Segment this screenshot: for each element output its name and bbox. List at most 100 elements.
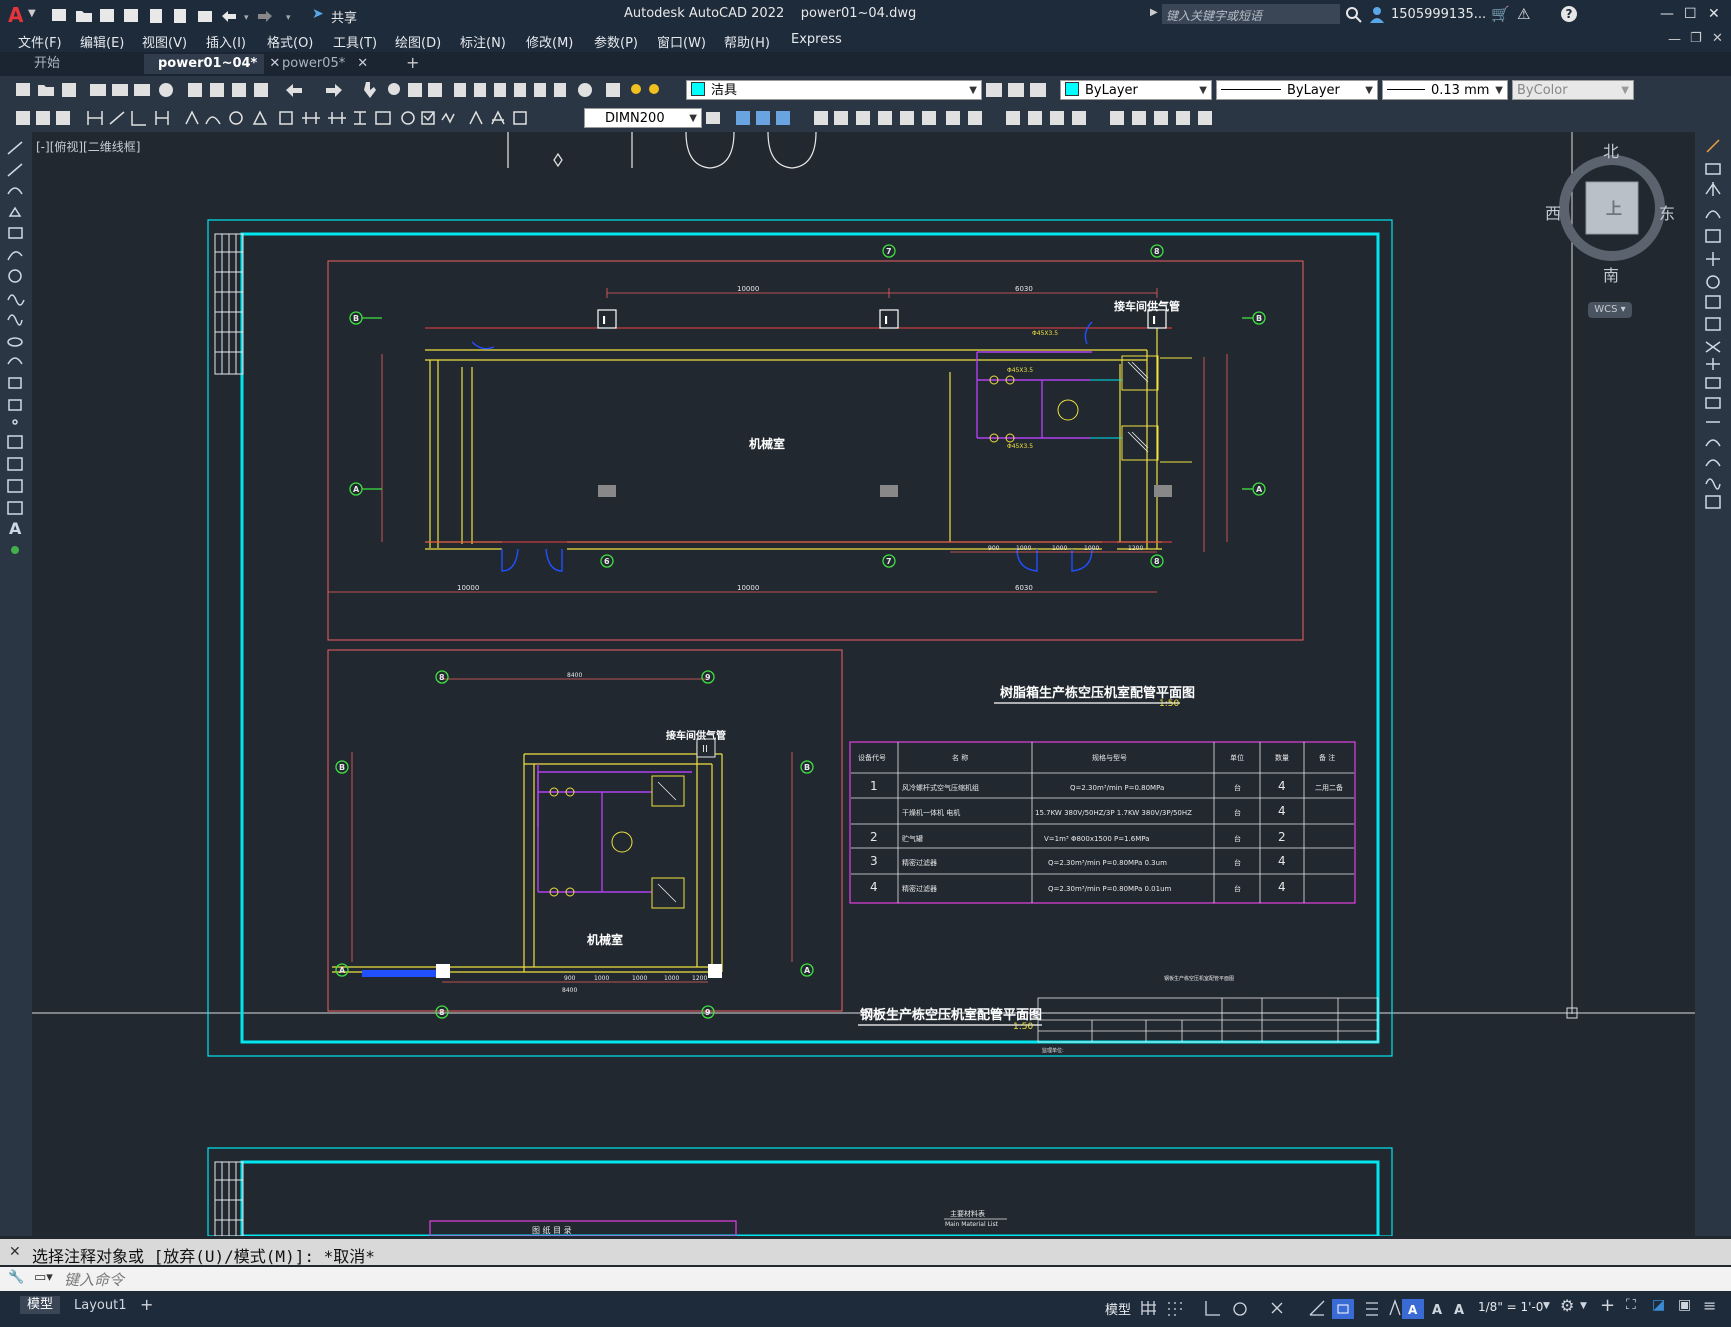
cart-icon[interactable]: 🛒 — [1491, 5, 1510, 23]
svg-text:1000: 1000 — [664, 975, 679, 982]
menu-help[interactable]: 帮助(H) — [724, 32, 770, 51]
rotate-icon — [878, 111, 892, 125]
menu-edit[interactable]: 编辑(E) — [80, 32, 124, 51]
maximize-button[interactable]: ☐ — [1684, 6, 1697, 22]
standard-toolbar-icons[interactable] — [10, 80, 680, 100]
svg-text:干燥机一体机 电机: 干燥机一体机 电机 — [902, 808, 960, 817]
share-icon[interactable]: ➤ — [312, 6, 324, 22]
menu-window[interactable]: 窗口(W) — [657, 32, 706, 51]
layout1-tab[interactable]: Layout1 — [74, 1298, 126, 1313]
menu-draw[interactable]: 绘图(D) — [395, 32, 441, 51]
fillet-side-icon — [1705, 439, 1721, 447]
compass-south[interactable]: 南 — [1603, 262, 1619, 286]
layer-tools[interactable] — [986, 80, 1056, 100]
array-icon — [834, 111, 848, 125]
svg-text:钢板生产栋空压机室配管平面图: 钢板生产栋空压机室配管平面图 — [1164, 975, 1234, 982]
lineweight-dropdown[interactable]: 0.13 mm ▼ — [1382, 80, 1508, 100]
autodesk-app-icon[interactable]: ⚠ — [1517, 5, 1530, 23]
svg-text:6030: 6030 — [1015, 285, 1033, 293]
svg-text:1: 1 — [870, 779, 878, 793]
model-space-button[interactable]: 模型 — [1105, 1299, 1131, 1318]
svg-text:900: 900 — [988, 545, 1000, 552]
pan-icon — [364, 82, 376, 98]
menu-insert[interactable]: 插入(I) — [206, 32, 246, 51]
customization-icon[interactable]: ≡ — [1703, 1296, 1716, 1315]
menu-tools[interactable]: 工具(T) — [333, 32, 377, 51]
line-icon — [7, 141, 23, 155]
modify-side-icons[interactable] — [1695, 132, 1731, 552]
close-button[interactable]: ✕ — [1708, 6, 1720, 22]
modify-toolbar-icons[interactable] — [706, 108, 1226, 128]
isolate-objects-icon[interactable]: ⛶ — [1626, 1297, 1636, 1313]
drawing-canvas[interactable]: [-][俯视][二维线框] 10000 6030 10000 10000 603… — [32, 132, 1695, 1236]
menu-format[interactable]: 格式(O) — [267, 32, 313, 51]
array-side-icon — [1705, 229, 1721, 243]
svg-text:机械室: 机械室 — [587, 932, 623, 947]
hardware-acceleration-icon[interactable]: ◪ — [1652, 1297, 1665, 1313]
autocad-logo[interactable]: A — [8, 3, 23, 27]
transparency-icon — [1389, 1299, 1401, 1316]
menu-modify[interactable]: 修改(M) — [526, 32, 573, 51]
menu-express[interactable]: Express — [791, 32, 842, 47]
snap-icon — [1168, 1302, 1182, 1316]
dim-edit-icon — [469, 110, 483, 125]
svg-text:1000: 1000 — [594, 975, 609, 982]
tab-start[interactable]: 开始 — [18, 54, 143, 74]
plus-icon[interactable]: + — [1600, 1295, 1615, 1316]
model-tab[interactable]: 模型 — [20, 1296, 60, 1314]
dimension-toolbar-icons[interactable] — [10, 108, 576, 128]
minimize-button[interactable]: — — [1660, 6, 1674, 22]
workspace-gear-icon[interactable]: ⚙ — [1560, 1296, 1574, 1315]
svg-text:Φ45X3.5: Φ45X3.5 — [1007, 367, 1033, 374]
menu-dimension[interactable]: 标注(N) — [460, 32, 506, 51]
plotstyle-dropdown[interactable]: ByColor ▼ — [1512, 80, 1634, 100]
scale-chevron-icon[interactable]: ▼ — [1543, 1301, 1550, 1311]
user-account[interactable]: 1505999135... — [1391, 7, 1486, 22]
wcs-dropdown[interactable]: WCS ▾ — [1588, 302, 1632, 318]
tab-power05[interactable]: power05* ✕ — [268, 54, 388, 74]
svg-text:▾: ▾ — [244, 13, 249, 23]
svg-text:▾: ▾ — [286, 13, 291, 23]
quick-access-toolbar[interactable]: ▾ ▾ — [50, 6, 300, 26]
search-input[interactable]: 键入关键字或短语 — [1162, 4, 1340, 24]
dimstyle-dropdown[interactable]: DIMN200 ▼ — [584, 108, 702, 128]
app-menu-chevron-icon[interactable]: ▼ — [28, 8, 36, 19]
workspace-chevron-icon[interactable]: ▼ — [1580, 1301, 1587, 1311]
customize-icon[interactable]: 🔧 — [8, 1270, 24, 1285]
help-icon[interactable]: ? — [1561, 6, 1577, 22]
draw-toolbar-icons[interactable]: A — [0, 132, 32, 592]
tab-power01[interactable]: power01~04* ✕ — [144, 54, 280, 74]
share-label[interactable]: 共享 — [331, 7, 357, 26]
new-tab-button[interactable]: + — [406, 53, 419, 72]
close-tab-icon[interactable]: ✕ — [357, 56, 368, 71]
command-input[interactable]: 键入命令 — [64, 1269, 1724, 1289]
search-expand-icon[interactable]: ▶ — [1150, 7, 1158, 18]
svg-text:900: 900 — [564, 975, 576, 982]
close-command-icon[interactable]: ✕ — [9, 1244, 21, 1260]
user-icon[interactable] — [1369, 6, 1385, 24]
annotation-scale-dropdown[interactable]: 1/8" = 1'-0" — [1478, 1300, 1549, 1314]
linear-dim-icon — [87, 111, 103, 125]
linetype-dropdown[interactable]: ByLayer ▼ — [1216, 80, 1378, 100]
compass-west[interactable]: 西 — [1545, 200, 1561, 224]
color-dropdown[interactable]: ByLayer ▼ — [1060, 80, 1212, 100]
clean-screen-icon[interactable]: ▣ — [1678, 1297, 1691, 1313]
doc-close-button[interactable]: ✕ — [1712, 31, 1723, 46]
layer-dropdown[interactable]: 洁具 ▼ — [686, 80, 982, 100]
stretch-side-icon — [1705, 317, 1721, 331]
recent-commands-icon[interactable]: ▭▾ — [34, 1270, 53, 1285]
menu-view[interactable]: 视图(V) — [142, 32, 187, 51]
svg-text:V=1m³ Φ800x1500 P=1.6MPa: V=1m³ Φ800x1500 P=1.6MPa — [1044, 835, 1149, 843]
svg-text:贮气罐: 贮气罐 — [902, 834, 923, 843]
cut-icon — [188, 83, 202, 97]
add-layout-button[interactable]: + — [140, 1295, 153, 1314]
compass-north[interactable]: 北 — [1603, 138, 1619, 162]
doc-minimize-button[interactable]: — — [1668, 32, 1681, 47]
menu-file[interactable]: 文件(F) — [18, 32, 62, 51]
quick-dim-icon — [279, 111, 293, 125]
doc-restore-button[interactable]: ❐ — [1690, 31, 1702, 46]
menu-parametric[interactable]: 参数(P) — [594, 32, 638, 51]
search-icon[interactable] — [1346, 7, 1362, 23]
compass-east[interactable]: 东 — [1659, 200, 1675, 224]
svg-text:7: 7 — [886, 247, 892, 256]
